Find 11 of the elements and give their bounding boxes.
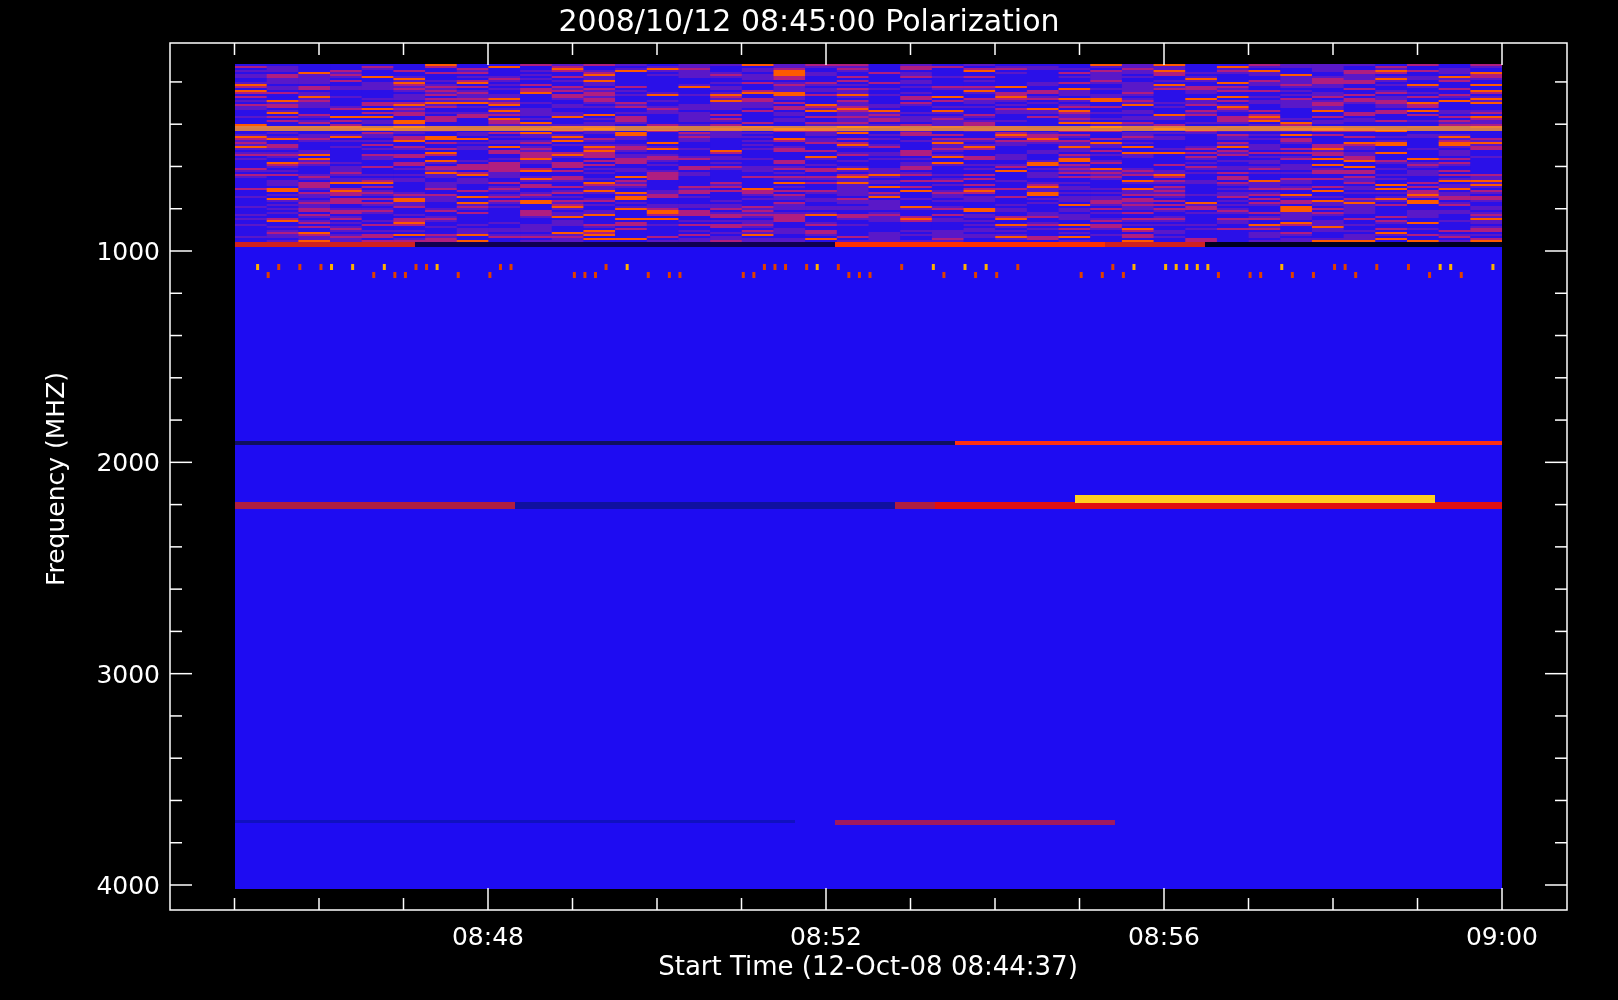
y-tick-label: 3000 — [96, 659, 160, 689]
y-axis-label: Frequency (MHZ) — [41, 371, 70, 587]
x-tick-label: 08:52 — [790, 922, 862, 951]
chart-title: 2008/10/12 08:45:00 Polarization — [558, 3, 1060, 38]
y-tick-label: 4000 — [96, 871, 160, 900]
x-tick-label: 08:48 — [452, 922, 524, 951]
x-axis-label: Start Time (12-Oct-08 08:44:37) — [658, 951, 1078, 981]
y-tick-label: 2000 — [96, 448, 160, 478]
y-tick-label: 1000 — [96, 237, 160, 266]
x-tick-label: 09:00 — [1466, 922, 1538, 951]
x-tick-label: 08:56 — [1128, 922, 1200, 951]
